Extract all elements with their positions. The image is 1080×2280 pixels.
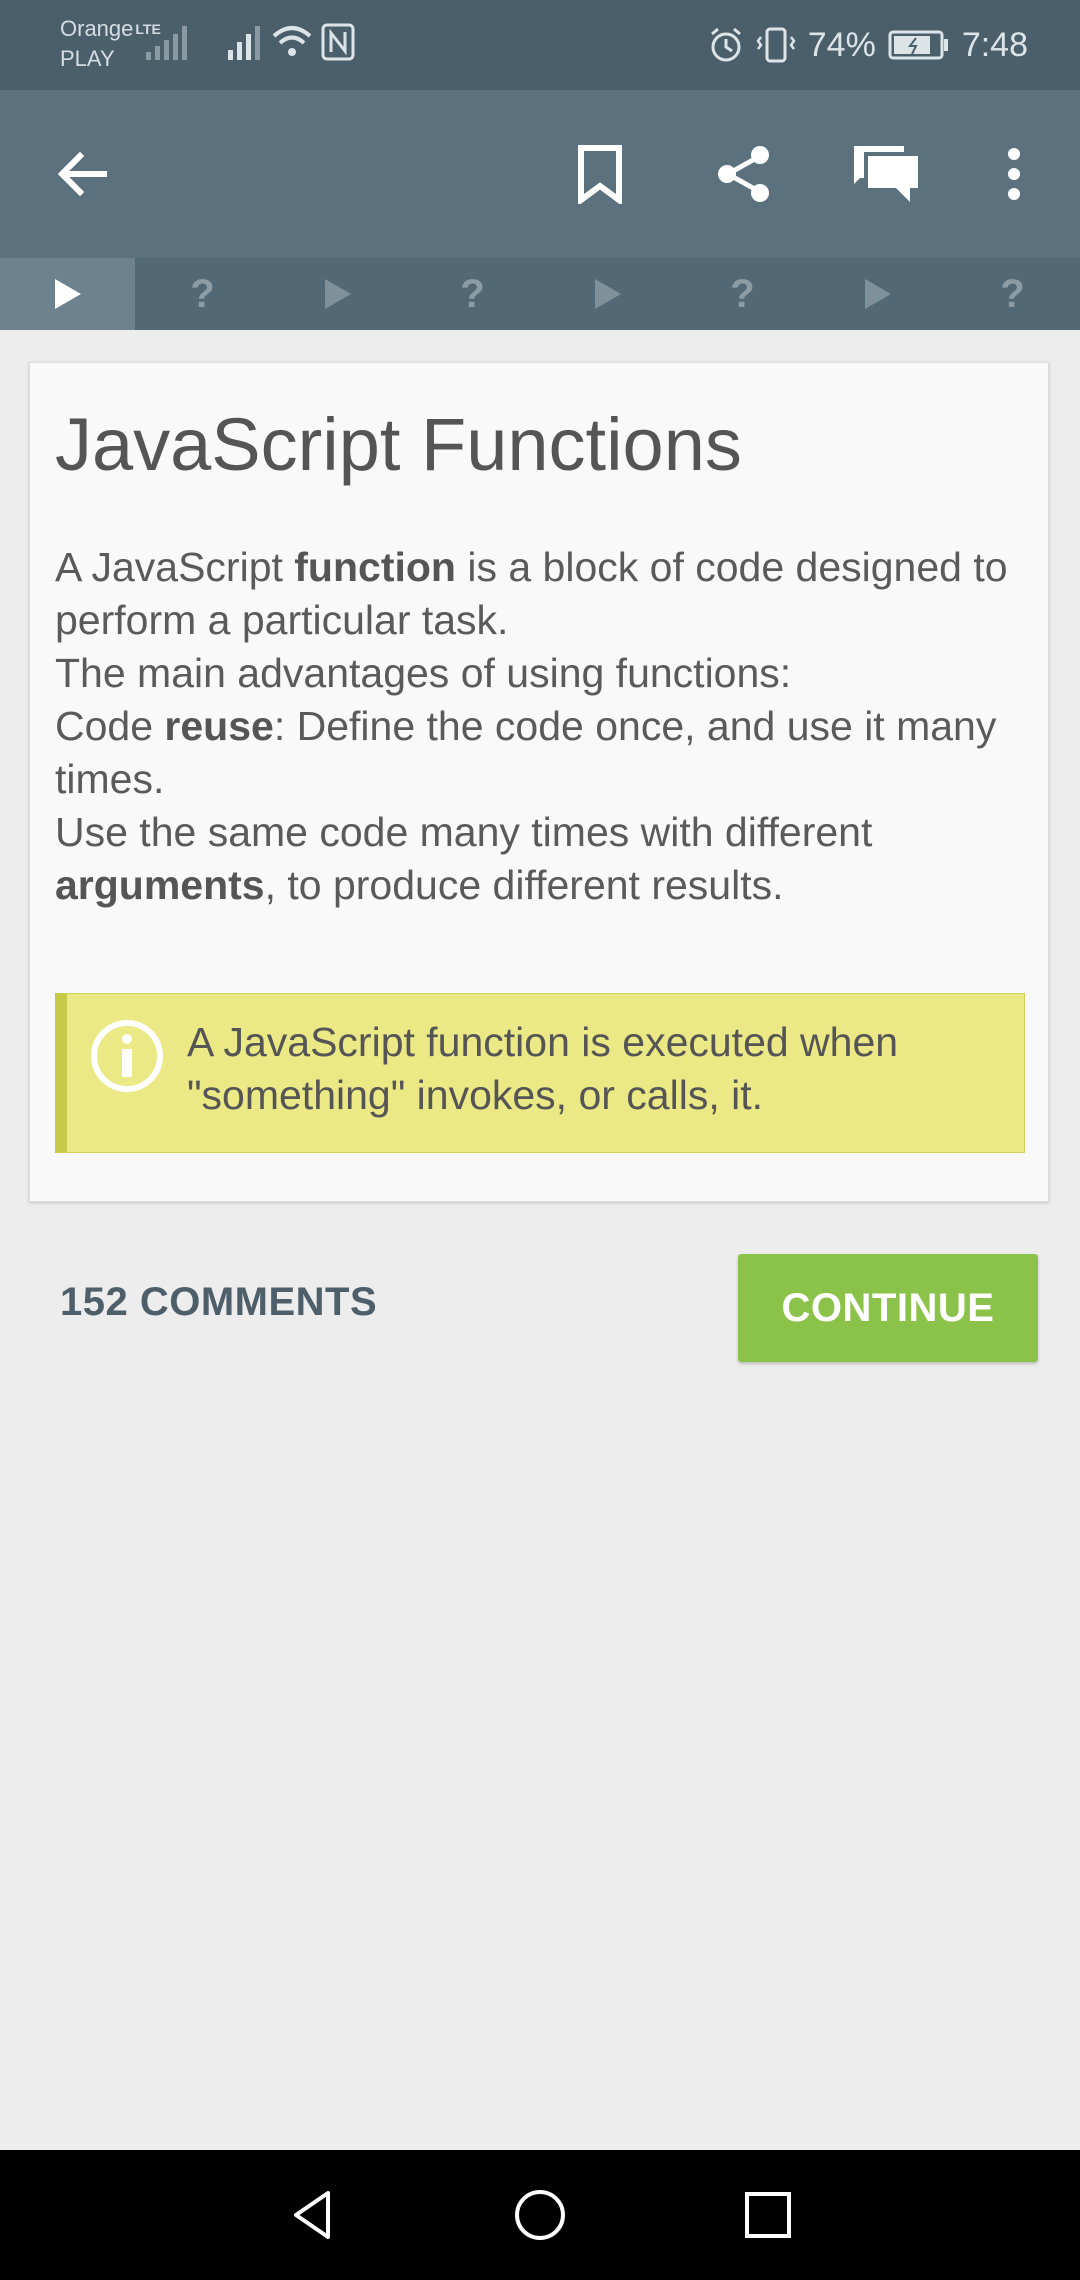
comments-button[interactable] <box>848 136 924 212</box>
lesson-body: A JavaScript function is a block of code… <box>55 541 1015 912</box>
bookmark-icon <box>578 145 622 204</box>
lesson-title: JavaScript Functions <box>55 403 742 486</box>
status-right: 74% 7:48 <box>708 20 1028 70</box>
info-note-text: A JavaScript function is executed when "… <box>187 1019 899 1118</box>
play-icon <box>54 279 81 309</box>
info-icon <box>91 1020 163 1092</box>
back-arrow-icon <box>57 151 107 197</box>
battery-icon <box>888 30 948 60</box>
wifi-icon <box>272 26 312 56</box>
back-button[interactable] <box>44 136 120 212</box>
signal-icon <box>146 26 187 60</box>
step-quiz-2[interactable]: ? <box>405 258 540 330</box>
lesson-paragraph: Use the same code many times with differ… <box>55 809 873 908</box>
lesson-steps: ? ? ? ? <box>0 258 1080 330</box>
comments-icon <box>854 146 918 202</box>
step-quiz-3[interactable]: ? <box>675 258 810 330</box>
play-icon <box>324 279 351 309</box>
comments-link[interactable]: 152 COMMENTS <box>60 1280 377 1325</box>
nav-back-icon[interactable] <box>284 2185 344 2245</box>
carrier-name-secondary: PLAY <box>60 46 115 71</box>
status-bar: Orange LTE PLAY 74% 7:48 <box>0 0 1080 90</box>
signal-icon <box>228 26 260 60</box>
vibrate-icon <box>756 27 796 63</box>
bookmark-button[interactable] <box>562 136 638 212</box>
nav-recents-icon[interactable] <box>738 2185 798 2245</box>
step-lesson-3[interactable] <box>540 258 675 330</box>
system-nav-bar <box>0 2150 1080 2280</box>
carrier-name: Orange <box>60 16 134 41</box>
quiz-icon: ? <box>190 271 215 316</box>
step-lesson-4[interactable] <box>810 258 945 330</box>
more-vert-icon <box>1008 148 1020 200</box>
quiz-icon: ? <box>1000 271 1025 316</box>
continue-button[interactable]: CONTINUE <box>738 1254 1038 1362</box>
lesson-paragraph: A JavaScript function is a block of code… <box>55 544 1008 643</box>
more-options-button[interactable] <box>976 136 1052 212</box>
quiz-icon: ? <box>730 271 755 316</box>
step-lesson-2[interactable] <box>270 258 405 330</box>
info-note: A JavaScript function is executed when "… <box>55 993 1025 1153</box>
alarm-icon <box>710 27 741 62</box>
quiz-icon: ? <box>460 271 485 316</box>
play-icon <box>864 279 891 309</box>
share-button[interactable] <box>706 136 782 212</box>
step-quiz-1[interactable]: ? <box>135 258 270 330</box>
play-icon <box>594 279 621 309</box>
step-lesson-1[interactable] <box>0 258 135 330</box>
clock-time: 7:48 <box>961 25 1028 64</box>
share-icon <box>718 146 769 202</box>
step-quiz-4[interactable]: ? <box>945 258 1080 330</box>
app-bar <box>0 90 1080 258</box>
battery-percent: 74% <box>807 25 876 64</box>
nfc-icon <box>321 23 355 61</box>
lesson-card: JavaScript Functions A JavaScript functi… <box>29 362 1049 1202</box>
lesson-paragraph: Code reuse: Define the code once, and us… <box>55 703 997 802</box>
lesson-paragraph: The main advantages of using functions: <box>55 650 792 696</box>
nav-home-icon[interactable] <box>510 2185 570 2245</box>
